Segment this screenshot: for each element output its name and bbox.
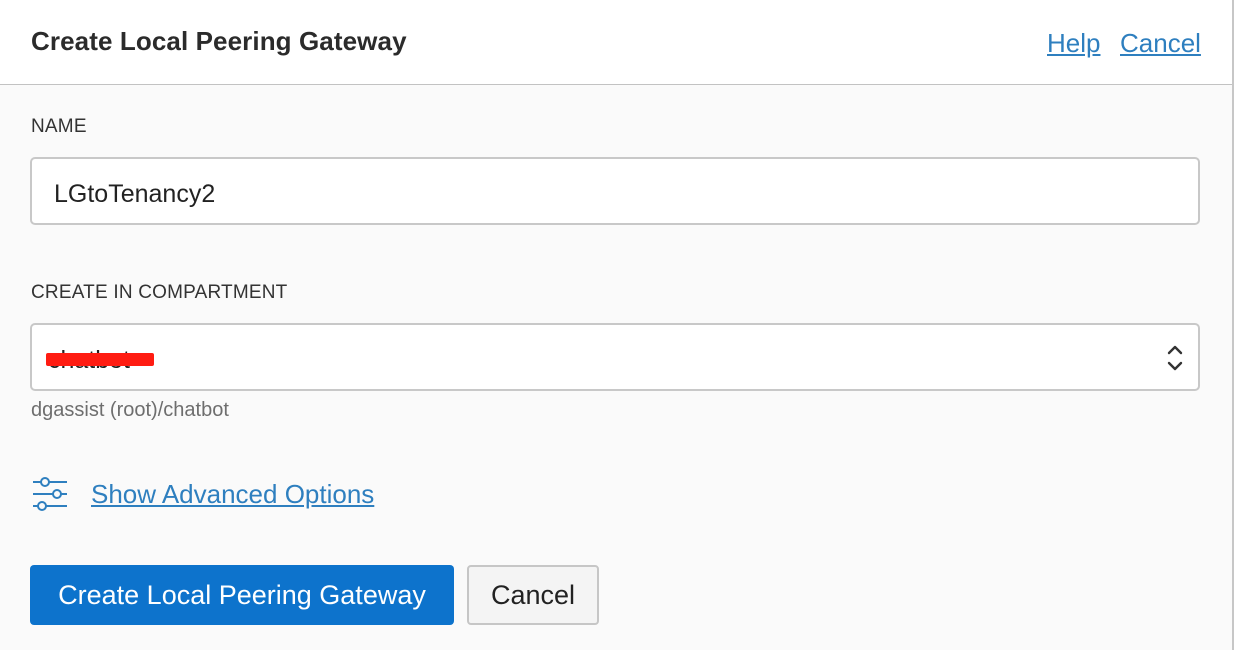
select-arrows-icon: [1167, 345, 1183, 371]
compartment-select[interactable]: chatbot: [30, 323, 1200, 391]
compartment-path: dgassist (root)/chatbot: [31, 399, 229, 421]
sliders-icon: [33, 477, 67, 511]
redaction-mark: [46, 353, 154, 366]
show-advanced-options-label: Show Advanced Options: [91, 478, 375, 509]
name-label: NAME: [31, 116, 87, 137]
help-link[interactable]: Help: [1047, 28, 1100, 59]
page-title: Create Local Peering Gateway: [31, 26, 407, 56]
header-cancel-link[interactable]: Cancel: [1120, 28, 1201, 59]
create-lpg-panel: Create Local Peering Gateway Help Cancel…: [0, 0, 1234, 650]
compartment-label: CREATE IN COMPARTMENT: [31, 282, 288, 303]
show-advanced-options-link[interactable]: Show Advanced Options: [31, 474, 374, 514]
create-lpg-button[interactable]: Create Local Peering Gateway: [30, 565, 454, 625]
panel-header: Create Local Peering Gateway Help Cancel: [0, 0, 1232, 85]
cancel-button[interactable]: Cancel: [467, 565, 599, 625]
name-input-value: LGtoTenancy2: [54, 180, 216, 208]
name-input[interactable]: LGtoTenancy2: [30, 157, 1200, 225]
